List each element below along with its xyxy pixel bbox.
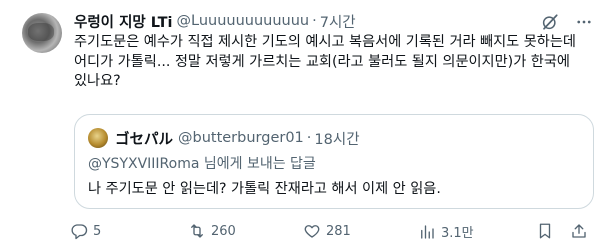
quoted-handle: @butterburger01 bbox=[178, 130, 304, 146]
heart-icon bbox=[304, 225, 320, 238]
views-count: 3.1만 bbox=[441, 226, 474, 241]
display-name[interactable]: 우렁이 지망 LTi bbox=[74, 11, 173, 32]
quoted-display-name: ゴセパル bbox=[115, 131, 173, 148]
tweet-header: 우렁이 지망 LTi @Luuuuuuuuuuuu · 7시간 bbox=[74, 10, 356, 32]
bookmark-icon bbox=[539, 223, 551, 239]
like-button[interactable]: 281 bbox=[303, 222, 351, 240]
share-button[interactable] bbox=[570, 222, 588, 240]
retweet-count: 260 bbox=[211, 223, 236, 239]
tweet-text: 주기도문은 예수가 직접 제시한 기도의 예시고 복음서에 기록된 거라 빼지도… bbox=[74, 33, 604, 92]
quoted-tweet[interactable]: ゴセパル @butterburger01 · 18시간 @YSYXVIIIRom… bbox=[74, 114, 594, 209]
reply-icon bbox=[71, 224, 88, 240]
quoted-timestamp: 18시간 bbox=[314, 131, 360, 148]
avatar[interactable] bbox=[22, 13, 62, 53]
quoted-text: 나 주기도문 안 읽는데? 가톨릭 잔재라고 해서 이제 안 읽음. bbox=[88, 181, 441, 197]
views-icon bbox=[421, 224, 434, 239]
retweet-button[interactable]: 260 bbox=[188, 222, 236, 240]
timestamp[interactable]: 7시간 bbox=[320, 11, 356, 32]
handle[interactable]: @Luuuuuuuuuuuu bbox=[177, 13, 310, 29]
quoted-header: ゴセパル @butterburger01 · 18시간 bbox=[115, 127, 360, 149]
more-icon[interactable] bbox=[574, 13, 594, 31]
tweet-text-line: 어디가 가톨릭... 정말 저렇게 가르치는 교회(라고 불러도 될지 의문이지… bbox=[74, 53, 570, 70]
views-button[interactable]: 3.1만 bbox=[418, 222, 474, 241]
action-bar: 5 260 281 3.1만 bbox=[70, 222, 600, 246]
grok-icon[interactable] bbox=[541, 13, 559, 31]
reply-to-label: @YSYXVIIIRoma 님에게 보내는 답글 bbox=[88, 156, 316, 172]
reply-count: 5 bbox=[93, 223, 102, 239]
like-count: 281 bbox=[326, 223, 351, 239]
separator-dot: · bbox=[312, 13, 317, 29]
tweet-text-line: 있나요? bbox=[74, 73, 121, 89]
separator-dot: · bbox=[306, 130, 312, 146]
reply-button[interactable]: 5 bbox=[70, 222, 101, 240]
bookmark-button[interactable] bbox=[536, 222, 554, 240]
retweet-icon bbox=[191, 224, 203, 238]
tweet-text-line: 주기도문은 예수가 직접 제시한 기도의 예시고 복음서에 기록된 거라 빼지도… bbox=[74, 34, 576, 50]
share-icon bbox=[572, 224, 586, 238]
quoted-avatar bbox=[88, 128, 108, 148]
